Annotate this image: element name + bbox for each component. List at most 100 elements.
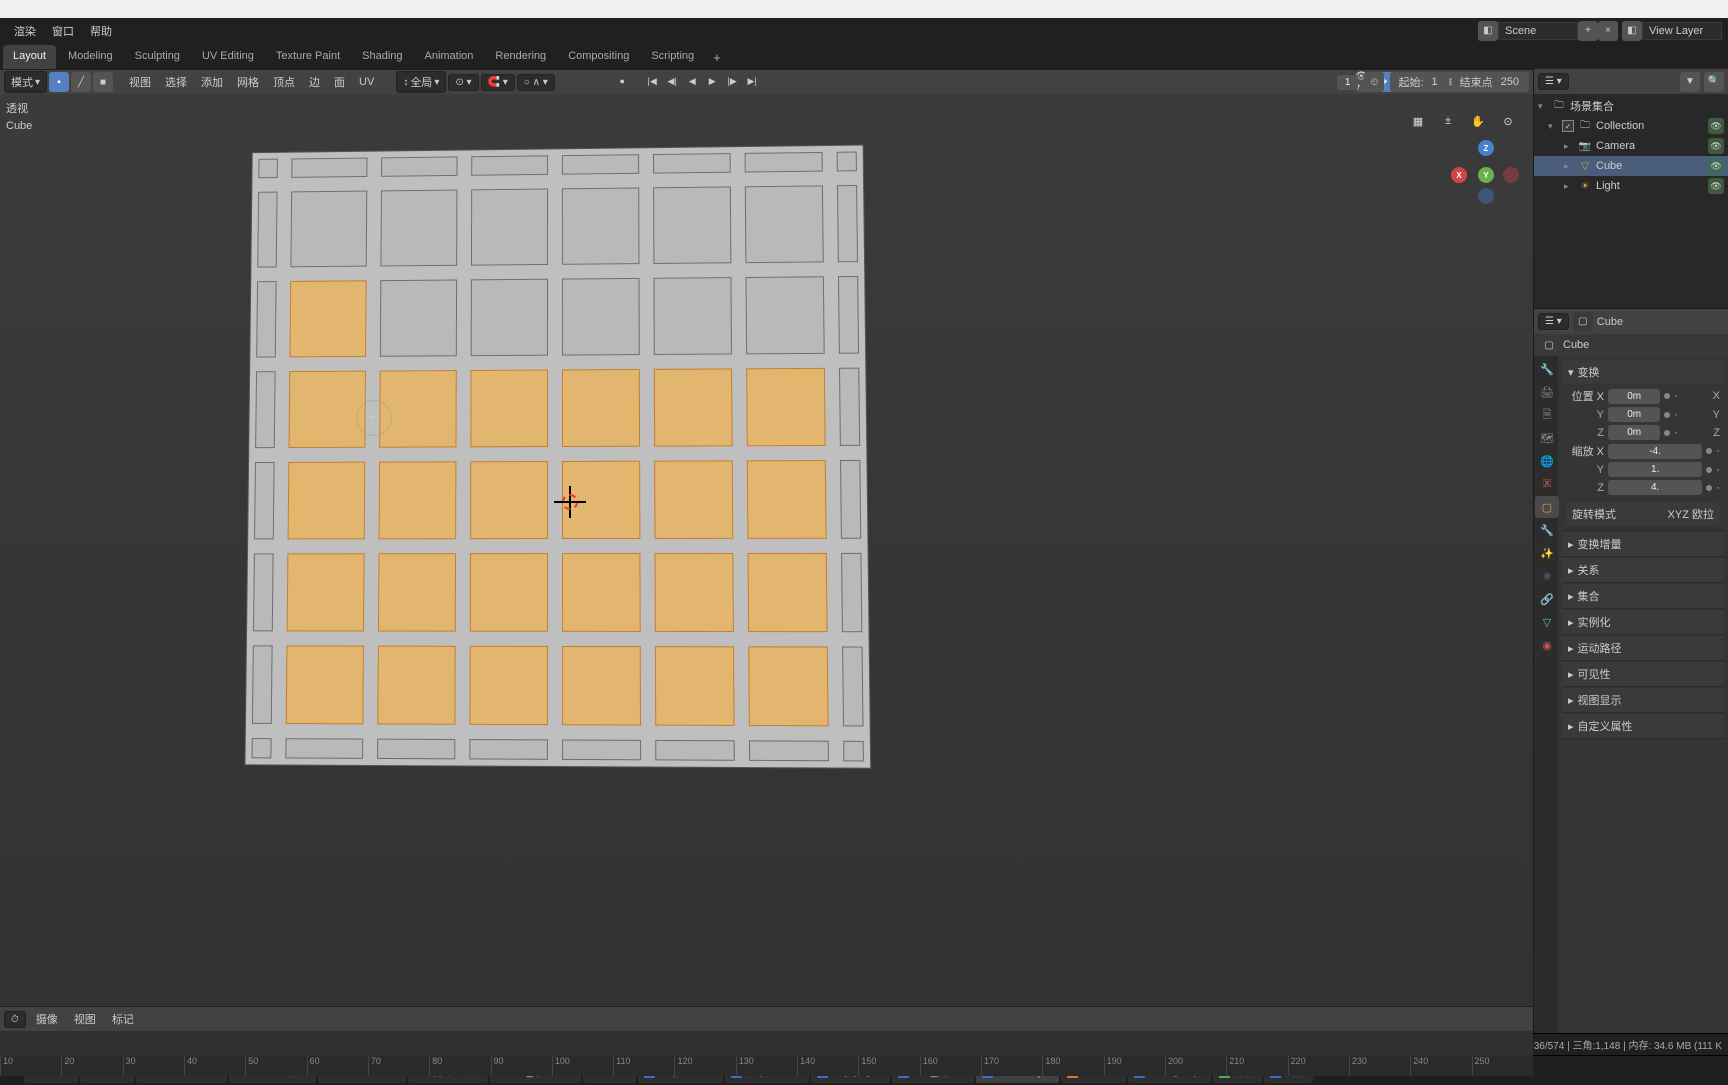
tab-rendering[interactable]: Rendering [485, 45, 556, 69]
outliner-filter-icon[interactable]: ▼ [1680, 72, 1700, 92]
tab-uv[interactable]: UV Editing [192, 45, 264, 69]
scale-z-field[interactable]: 4. [1608, 480, 1702, 495]
scene-name-input[interactable] [1498, 22, 1578, 40]
panel-relations[interactable]: ▸关系 [1562, 558, 1724, 582]
tab-add[interactable]: + [706, 45, 728, 69]
menu-vertex[interactable]: 顶点 [267, 71, 301, 93]
gizmo-zoom-icon[interactable]: ± [1435, 108, 1461, 134]
menu-view[interactable]: 视图 [123, 71, 157, 93]
scale-y-field[interactable]: 1. [1608, 462, 1702, 477]
outliner-type[interactable]: ☰ ▾ [1538, 73, 1569, 90]
menu-window[interactable]: 窗口 [44, 19, 82, 43]
tree-light[interactable]: ▸☀Light👁 [1534, 176, 1728, 196]
props-obj-icon[interactable]: ▢ [1539, 335, 1559, 355]
tab-modeling[interactable]: Modeling [58, 45, 123, 69]
gizmo-move-icon[interactable]: ✋ [1465, 108, 1491, 134]
tab-scripting[interactable]: Scripting [641, 45, 704, 69]
menu-mesh[interactable]: 网格 [231, 71, 265, 93]
play-rev-btn[interactable]: ◀ [683, 72, 701, 90]
next-key-btn[interactable]: |▶ [723, 72, 741, 90]
ptab-constraint[interactable]: 🔗 [1535, 588, 1559, 610]
scene-new-btn[interactable]: + [1578, 21, 1598, 41]
axis-neg-z-icon[interactable] [1478, 188, 1494, 204]
ptab-collection[interactable]: 🗷 [1535, 473, 1559, 495]
tree-collection[interactable]: ▾✓🗀Collection👁 [1534, 116, 1728, 136]
panel-visibility[interactable]: ▸可见性 [1562, 662, 1724, 686]
3d-viewport[interactable]: 透视 Cube ▦ ± ✋ ⊙ X Y Z [0, 94, 1533, 1006]
ptab-material[interactable]: ◉ [1535, 634, 1559, 656]
menu-add[interactable]: 添加 [195, 71, 229, 93]
tree-cube[interactable]: ▸▽Cube👁 [1534, 156, 1728, 176]
tree-scene-collection[interactable]: ▾🗀场景集合 [1534, 96, 1728, 116]
timeline[interactable]: 1020304050607080901001101201301401501601… [0, 1031, 1533, 1076]
end-frame-field[interactable]: 结束点 250 [1452, 72, 1527, 92]
tab-animation[interactable]: Animation [415, 45, 484, 69]
mode-dropdown[interactable]: 模式 ▾ [4, 71, 47, 93]
tree-camera[interactable]: ▸📷Camera👁 [1534, 136, 1728, 156]
ptab-viewlayer[interactable]: 🗎 [1535, 404, 1559, 426]
tl-menu-marker[interactable]: 标记 [106, 1008, 140, 1030]
panel-custom[interactable]: ▸自定义属性 [1562, 714, 1724, 738]
jump-end-btn[interactable]: ▶| [743, 72, 761, 90]
loc-z-field[interactable]: 0m [1608, 425, 1660, 440]
ptab-mesh[interactable]: ▽ [1535, 611, 1559, 633]
axis-neg-x-icon[interactable] [1503, 167, 1519, 183]
scene-browse-icon[interactable]: ◧ [1478, 21, 1498, 41]
ptab-render[interactable]: 🔧 [1535, 358, 1559, 380]
panel-collections[interactable]: ▸集合 [1562, 584, 1724, 608]
menu-uv[interactable]: UV [353, 73, 380, 91]
axis-widget[interactable]: X Y Z [1451, 140, 1521, 210]
scene-del-btn[interactable]: × [1598, 21, 1618, 41]
tab-compositing[interactable]: Compositing [558, 45, 639, 69]
props-editor-type[interactable]: ☰ ▾ [1538, 313, 1569, 330]
menu-render[interactable]: 渲染 [6, 19, 44, 43]
menu-edge[interactable]: 边 [303, 71, 326, 93]
menu-face[interactable]: 面 [328, 71, 351, 93]
start-frame-field[interactable]: 起始:1 [1390, 72, 1445, 92]
clock-icon[interactable]: ⏲ [1364, 72, 1384, 92]
sel-vertex-btn[interactable]: ▪ [49, 72, 69, 92]
snap-dropdown[interactable]: 🧲 ▾ [481, 74, 515, 91]
axis-z-icon[interactable]: Z [1478, 140, 1494, 156]
ptab-modifier[interactable]: 🔧 [1535, 519, 1559, 541]
ptab-world[interactable]: 🌐 [1535, 450, 1559, 472]
rotmode-dropdown[interactable]: 旋转模式XYZ 欧拉 [1566, 502, 1720, 526]
axis-x-icon[interactable]: X [1451, 167, 1467, 183]
props-pin-icon[interactable]: ▢ [1573, 312, 1593, 332]
ptab-object[interactable]: ▢ [1535, 496, 1559, 518]
orientation-dropdown[interactable]: ↕ 全局 ▾ [396, 71, 446, 93]
tl-menu-view[interactable]: 视图 [68, 1008, 102, 1030]
tab-layout[interactable]: Layout [3, 45, 56, 69]
scale-x-field[interactable]: -4. [1608, 444, 1702, 459]
outliner-search-icon[interactable]: 🔍 [1704, 72, 1724, 92]
timeline-ruler[interactable]: 1020304050607080901001101201301401501601… [0, 1056, 1533, 1076]
menu-select[interactable]: 选择 [159, 71, 193, 93]
sel-face-btn[interactable]: ■ [93, 72, 113, 92]
panel-delta[interactable]: ▸变换增量 [1562, 532, 1724, 556]
tl-menu-playback[interactable]: 摄像 [30, 1008, 64, 1030]
axis-y-icon[interactable]: Y [1478, 167, 1494, 183]
play-btn[interactable]: ▶ [703, 72, 721, 90]
propedit-dropdown[interactable]: ○ ∧ ▾ [517, 74, 555, 91]
viewlayer-name-input[interactable] [1642, 22, 1722, 40]
tab-shading[interactable]: Shading [352, 45, 412, 69]
sel-edge-btn[interactable]: ╱ [71, 72, 91, 92]
panel-viewportdisplay[interactable]: ▸视图显示 [1562, 688, 1724, 712]
autokey-btn[interactable]: ● [613, 72, 631, 90]
viewlayer-browse-icon[interactable]: ◧ [1622, 21, 1642, 41]
ptab-physics[interactable]: ⚛ [1535, 565, 1559, 587]
current-frame-field[interactable]: 1 [1337, 75, 1359, 90]
prev-key-btn[interactable]: ◀| [663, 72, 681, 90]
menu-help[interactable]: 帮助 [82, 19, 120, 43]
panel-instancing[interactable]: ▸实例化 [1562, 610, 1724, 634]
ptab-particle[interactable]: ✨ [1535, 542, 1559, 564]
loc-y-field[interactable]: 0m [1608, 407, 1660, 422]
ptab-scene[interactable]: 🗺 [1535, 427, 1559, 449]
panel-transform[interactable]: ▾变换 [1562, 360, 1724, 384]
jump-start-btn[interactable]: |◀ [643, 72, 661, 90]
gizmo-camera-icon[interactable]: ▦ [1405, 108, 1431, 134]
ptab-output[interactable]: 🖨 [1535, 381, 1559, 403]
panel-motion[interactable]: ▸运动路径 [1562, 636, 1724, 660]
tab-sculpting[interactable]: Sculpting [125, 45, 190, 69]
loc-x-field[interactable]: 0m [1608, 389, 1660, 404]
